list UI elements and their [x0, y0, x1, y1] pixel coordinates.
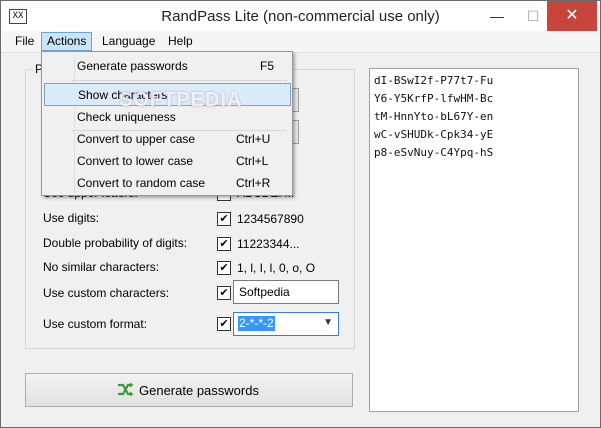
option-double-digits-checkbox[interactable]: ✔ [217, 237, 231, 251]
menu-item-label: Convert to random case [77, 176, 206, 190]
option-custom-format-checkbox[interactable]: ✔ [217, 317, 231, 331]
watermark: SOFTPEDIA [119, 89, 243, 111]
menu-item-label: Convert to lower case [77, 154, 194, 168]
option-digits-checkbox[interactable]: ✔ [217, 212, 231, 226]
password-line: tM-HnnYto-bL67Y-en [374, 110, 494, 123]
password-line: wC-vSHUDk-Cpk34-yE [374, 128, 494, 141]
menu-help[interactable]: Help [163, 33, 198, 50]
option-no-similar-value: 1, l, I, l, 0, o, O [237, 261, 316, 275]
option-double-digits-value: 11223344... [237, 237, 300, 251]
password-output[interactable]: dI-BSwI2f-P77t7-Fu Y6-Y5KrfP-lfwHM-Bc tM… [369, 68, 579, 412]
custom-chars-input[interactable]: Softpedia [233, 280, 339, 304]
menu-item-random-case[interactable]: Convert to random case Ctrl+R [44, 172, 289, 193]
menu-separator [72, 80, 287, 81]
custom-chars-value: Softpedia [239, 285, 290, 299]
menu-item-label: Check uniqueness [77, 110, 176, 124]
menu-item-shortcut: F5 [260, 59, 275, 73]
password-line: Y6-Y5KrfP-lfwHM-Bc [374, 92, 494, 105]
menu-item-shortcut: Ctrl+R [236, 176, 271, 190]
title-bar[interactable]: XX RandPass Lite (non-commercial use onl… [1, 1, 600, 31]
menu-language[interactable]: Language [97, 33, 160, 50]
app-window: XX RandPass Lite (non-commercial use onl… [0, 0, 601, 428]
option-custom-chars-label: Use custom characters: [43, 286, 170, 300]
menu-item-label: Generate passwords [77, 59, 188, 73]
menu-item-upper-case[interactable]: Convert to upper case Ctrl+U [44, 128, 289, 149]
menu-actions[interactable]: Actions [41, 32, 93, 51]
custom-format-combo[interactable]: 2-*-*-2 ▼ [233, 312, 339, 336]
menu-item-shortcut: Ctrl+U [236, 132, 271, 146]
menu-bar: File Actions Language Help [1, 31, 600, 53]
generate-passwords-button[interactable]: Generate passwords [25, 373, 353, 407]
menu-item-shortcut: Ctrl+L [236, 154, 269, 168]
password-line: p8-eSvNuy-C4Ypq-hS [374, 146, 494, 159]
option-digits-value: 1234567890 [237, 212, 304, 226]
option-custom-chars-checkbox[interactable]: ✔ [217, 286, 231, 300]
menu-item-label: Convert to upper case [77, 132, 196, 146]
shuffle-icon [118, 382, 134, 397]
menu-item-lower-case[interactable]: Convert to lower case Ctrl+L [44, 150, 289, 171]
menu-file[interactable]: File [10, 33, 39, 50]
menu-item-generate[interactable]: Generate passwords F5 [44, 55, 289, 76]
custom-format-value: 2-*-*-2 [238, 316, 275, 331]
option-no-similar-checkbox[interactable]: ✔ [217, 261, 231, 275]
minimize-button[interactable]: — [477, 1, 517, 31]
close-button[interactable]: ✕ [547, 1, 597, 31]
option-digits-label: Use digits: [43, 211, 100, 225]
chevron-down-icon[interactable]: ▼ [323, 317, 333, 328]
option-double-digits-label: Double probability of digits: [43, 236, 188, 250]
actions-menu: Generate passwords F5 Show characters Ch… [41, 51, 293, 196]
option-no-similar-label: No similar characters: [43, 260, 160, 274]
generate-button-label: Generate passwords [139, 383, 259, 398]
option-custom-format-label: Use custom format: [43, 317, 148, 331]
password-line: dI-BSwI2f-P77t7-Fu [374, 74, 494, 87]
